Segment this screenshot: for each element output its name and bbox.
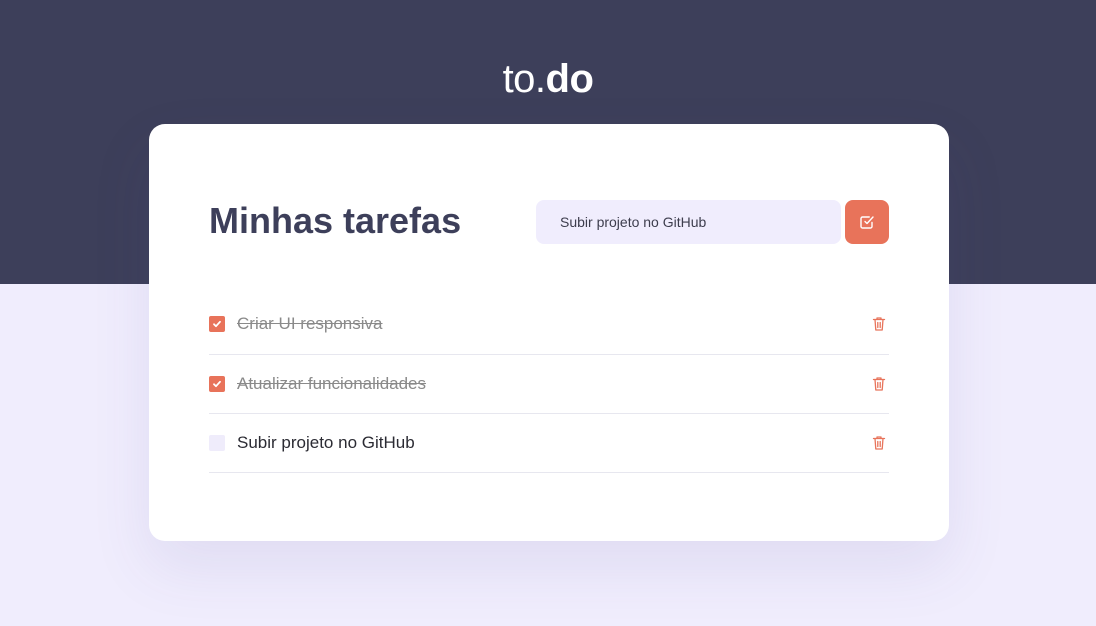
trash-icon [872, 376, 886, 392]
trash-icon [872, 316, 886, 332]
trash-icon [872, 435, 886, 451]
app-logo: to.do [0, 52, 1096, 106]
logo-text-light: to. [502, 57, 546, 101]
task-checkbox[interactable] [209, 316, 225, 332]
task-item: Atualizar funcionalidades [209, 355, 889, 414]
todo-card: Minhas tarefas Criar UI responsiva Atuali… [149, 124, 949, 541]
task-list: Criar UI responsiva Atualizar funcionalid… [209, 294, 889, 473]
task-text: Subir projeto no GitHub [237, 433, 415, 452]
add-task-button[interactable] [845, 200, 889, 244]
task-item: Criar UI responsiva [209, 294, 889, 355]
task-checkbox[interactable] [209, 376, 225, 392]
logo-text-bold: do [545, 57, 594, 101]
task-text: Atualizar funcionalidades [237, 374, 427, 393]
page-title: Minhas tarefas [209, 200, 462, 241]
new-task-input[interactable] [536, 200, 841, 244]
task-text: Criar UI responsiva [237, 314, 383, 333]
check-icon [212, 379, 222, 389]
delete-task-button[interactable] [869, 433, 889, 453]
delete-task-button[interactable] [869, 374, 889, 394]
check-icon [212, 319, 222, 329]
delete-task-button[interactable] [869, 314, 889, 334]
task-item: Subir projeto no GitHub [209, 414, 889, 473]
task-checkbox[interactable] [209, 435, 225, 451]
check-square-icon [859, 214, 875, 230]
